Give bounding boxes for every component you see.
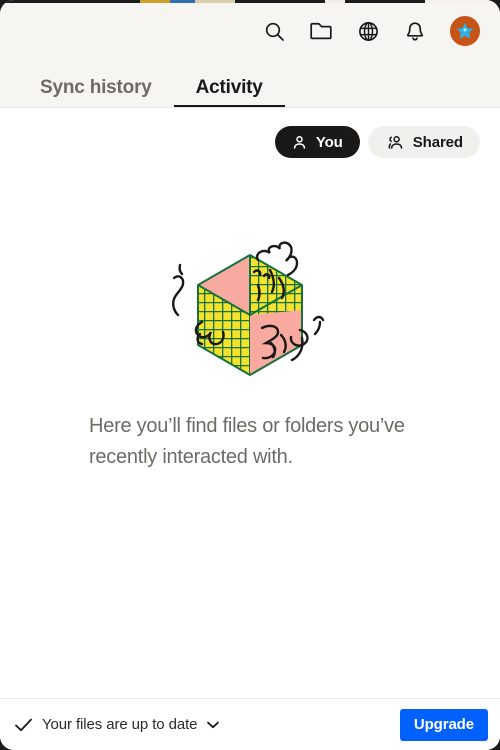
- filter-you-label: You: [315, 133, 343, 151]
- main-content: You Shared Here you’ll find files or fol…: [0, 108, 500, 750]
- globe-icon[interactable]: [354, 17, 382, 45]
- status-bar: Your files are up to date Upgrade: [0, 698, 500, 750]
- tab-activity[interactable]: Activity: [173, 78, 285, 108]
- avatar[interactable]: [450, 16, 480, 46]
- app-window: Sync history Activity You Shared Here yo…: [0, 0, 500, 750]
- window-top-sliver: [0, 0, 500, 3]
- empty-state: Here you’ll find files or folders you’ve…: [0, 158, 500, 698]
- upgrade-button[interactable]: Upgrade: [399, 708, 488, 741]
- bell-icon[interactable]: [401, 17, 429, 45]
- person-icon: [292, 135, 307, 150]
- folder-icon[interactable]: [307, 17, 335, 45]
- tab-bar: Sync history Activity: [0, 62, 500, 108]
- empty-state-message: Here you’ll find files or folders you’ve…: [89, 415, 405, 468]
- check-icon: [14, 717, 33, 733]
- sync-status-dropdown[interactable]: Your files are up to date: [14, 716, 220, 733]
- filter-shared-label: Shared: [412, 133, 463, 151]
- tab-sync-history[interactable]: Sync history: [18, 78, 174, 108]
- header-icon-row: [0, 0, 500, 62]
- filter-you-button[interactable]: You: [274, 126, 360, 158]
- filter-shared-button[interactable]: Shared: [367, 126, 480, 158]
- people-icon: [385, 135, 404, 150]
- isometric-cube-doodle-illustration: [172, 241, 325, 376]
- sync-status-text: Your files are up to date: [42, 716, 198, 733]
- app-header: Sync history Activity: [0, 0, 500, 108]
- search-icon[interactable]: [260, 17, 288, 45]
- activity-filter-row: You Shared: [0, 108, 500, 158]
- chevron-down-icon[interactable]: [206, 720, 220, 730]
